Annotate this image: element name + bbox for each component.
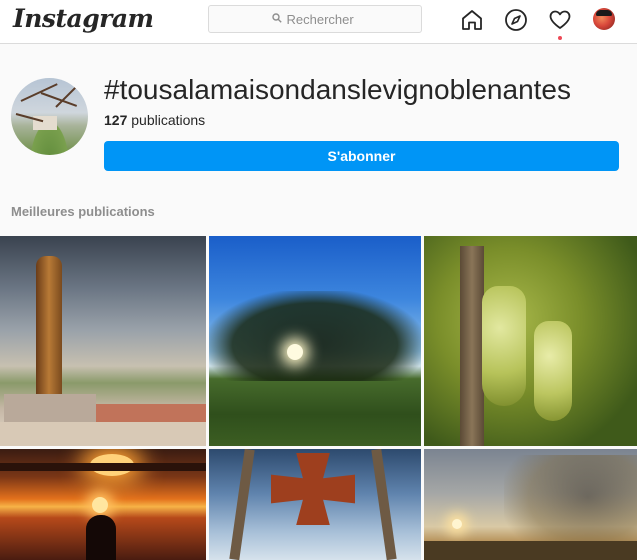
top-posts-heading: Meilleures publications <box>11 204 155 219</box>
post-tile-sculpture[interactable] <box>0 236 206 446</box>
follow-button[interactable]: S'abonner <box>104 141 619 171</box>
post-tile-sunset-person[interactable] <box>0 449 206 560</box>
hashtag-title: #tousalamaisondanslevignoblenantes <box>104 74 572 105</box>
instagram-logo[interactable]: Instagram <box>13 4 154 33</box>
search-icon <box>271 10 282 28</box>
home-icon[interactable] <box>460 8 484 32</box>
post-count-label: publications <box>127 112 206 128</box>
profile-avatar[interactable] <box>593 8 615 30</box>
post-tile-sunset-trees[interactable] <box>209 236 421 446</box>
notification-dot <box>558 36 562 40</box>
search-input[interactable] <box>286 11 359 27</box>
post-count: 127 publications <box>104 112 205 128</box>
post-count-number: 127 <box>104 112 128 128</box>
hashtag-profile-picture <box>11 78 88 155</box>
top-navigation-bar: Instagram <box>0 0 637 44</box>
activity-heart-icon[interactable] <box>548 8 572 40</box>
post-tile-willow-tree[interactable] <box>424 449 637 560</box>
post-tile-grapes[interactable] <box>424 236 637 446</box>
search-box[interactable] <box>208 5 422 33</box>
explore-compass-icon[interactable] <box>504 8 528 32</box>
post-tile-cross-sign[interactable] <box>209 449 421 560</box>
